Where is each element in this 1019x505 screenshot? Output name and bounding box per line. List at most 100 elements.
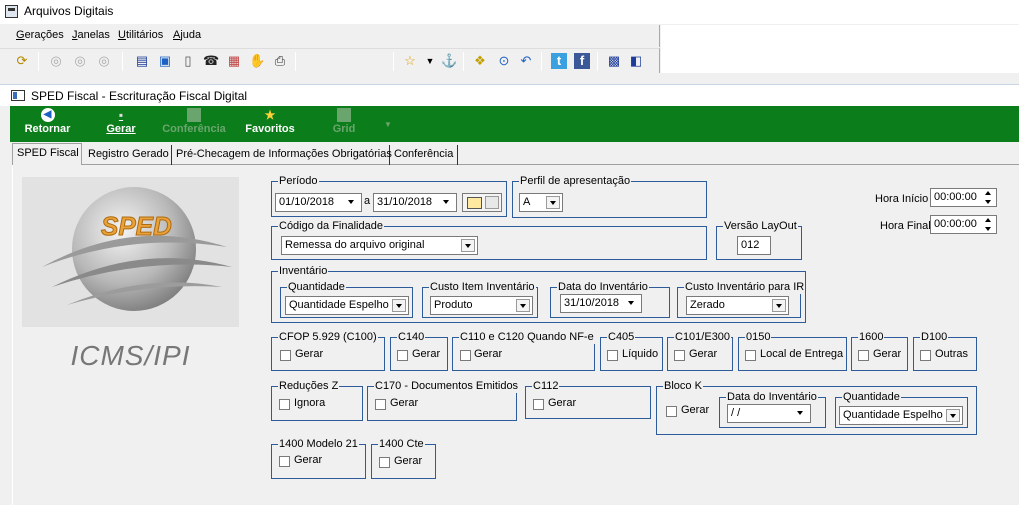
chevron-down-icon bbox=[485, 196, 499, 209]
gerar-button[interactable]: ▪ Gerar bbox=[102, 108, 140, 135]
grid-button[interactable]: Grid bbox=[328, 108, 360, 135]
c112-group: C112 Gerar bbox=[525, 379, 651, 419]
c112-gerar-label: Gerar bbox=[548, 397, 577, 409]
disc-icon[interactable]: ◎ bbox=[96, 53, 112, 69]
reg0150-legend: 0150 bbox=[745, 330, 772, 344]
calendar-icon bbox=[467, 197, 482, 209]
reducoes-z-ignora-checkbox[interactable] bbox=[279, 399, 290, 410]
d100-outras-label: Outras bbox=[935, 348, 969, 360]
menu-geracoes[interactable]: Gerações bbox=[16, 29, 64, 41]
child-window-title: SPED Fiscal - Escrituração Fiscal Digita… bbox=[31, 89, 248, 103]
d100-legend: D100 bbox=[920, 330, 949, 344]
cfop-group: CFOP 5.929 (C100) Gerar bbox=[271, 330, 385, 371]
c101-legend: C101/E300 bbox=[674, 330, 732, 344]
bloco-k-legend: Bloco K bbox=[663, 379, 703, 393]
tab-registro-gerado[interactable]: Registro Gerado bbox=[84, 145, 172, 165]
menu-ajuda[interactable]: Ajuda bbox=[173, 29, 201, 41]
menu-janelas[interactable]: Janelas bbox=[72, 29, 110, 41]
c170-gerar-checkbox[interactable] bbox=[375, 399, 386, 410]
sped-logo: SPED bbox=[22, 177, 239, 327]
calc-icon[interactable]: ▦ bbox=[226, 53, 242, 69]
window-icon[interactable]: ▣ bbox=[157, 53, 173, 69]
c405-liquido-checkbox[interactable] bbox=[607, 350, 618, 361]
bloco-k-quantidade-group: Quantidade Quantidade Espelho bbox=[835, 390, 968, 428]
versao-group: Versão LayOut 012 bbox=[716, 219, 802, 260]
reg0150-group: 0150 Local de Entrega bbox=[738, 330, 847, 371]
custo-item-select[interactable]: Produto bbox=[430, 296, 533, 315]
d100-outras-checkbox[interactable] bbox=[920, 350, 931, 361]
settings-icon[interactable]: ⊙ bbox=[496, 53, 512, 69]
info-icon[interactable]: ⚓ bbox=[441, 53, 457, 69]
disc-icon[interactable]: ◎ bbox=[72, 53, 88, 69]
retornar-button[interactable]: ◀ Retornar bbox=[20, 108, 75, 135]
calendar-icon[interactable]: ▤ bbox=[134, 53, 150, 69]
hora-final-field[interactable]: 00:00:00 bbox=[930, 215, 997, 234]
reducoes-z-legend: Reduções Z bbox=[278, 379, 340, 393]
conferencia-button[interactable]: Conferência bbox=[158, 108, 230, 135]
refresh-icon[interactable]: ⟳ bbox=[14, 53, 30, 69]
menu-utilitarios[interactable]: Utilitários bbox=[118, 29, 163, 41]
c405-legend: C405 bbox=[607, 330, 636, 344]
perfil-select[interactable]: A bbox=[519, 193, 563, 212]
c112-gerar-checkbox[interactable] bbox=[533, 399, 544, 410]
main-toolbar: ⟳ ◎ ◎ ◎ ▤ ▣ ▯ ☎ ▦ ✋ ⎙ ☆ ▼ ⚓ ❖ ⊙ ↶ t f ▩ … bbox=[0, 48, 660, 73]
hand-icon[interactable]: ✋ bbox=[249, 53, 265, 69]
reg1400-cte-checkbox[interactable] bbox=[379, 457, 390, 468]
tab-pre-checagem[interactable]: Pré-Checagem de Informações Obrigatórias bbox=[172, 145, 392, 165]
bloco-k-data-legend: Data do Inventário bbox=[726, 390, 818, 404]
quantidade-legend: Quantidade bbox=[287, 280, 346, 294]
periodo-group: Período 01/10/2018 a 31/10/2018 bbox=[271, 174, 507, 217]
finalidade-select[interactable]: Remessa do arquivo original bbox=[281, 236, 478, 255]
reg1600-gerar-checkbox[interactable] bbox=[858, 350, 869, 361]
favoritos-button[interactable]: ★ Favoritos bbox=[240, 108, 300, 135]
star-icon: ★ bbox=[264, 108, 276, 122]
reg0150-label: Local de Entrega bbox=[760, 348, 844, 360]
inventario-quantidade-select[interactable]: Quantidade Espelho bbox=[285, 296, 409, 315]
grid-icon bbox=[337, 108, 351, 122]
periodo-start-field[interactable]: 01/10/2018 bbox=[275, 193, 362, 212]
bloco-k-data-field[interactable]: / / bbox=[727, 404, 811, 423]
twitter-icon[interactable]: t bbox=[551, 53, 567, 69]
cfop-gerar-checkbox[interactable] bbox=[280, 350, 291, 361]
arrow-icon[interactable]: ↶ bbox=[518, 53, 534, 69]
document-icon[interactable]: ▯ bbox=[180, 53, 196, 69]
inventario-quantidade-group: Quantidade Quantidade Espelho bbox=[280, 280, 413, 318]
grid-dropdown-icon[interactable]: ▼ bbox=[384, 120, 392, 129]
app-title: Arquivos Digitais bbox=[24, 4, 114, 18]
period-picker-button[interactable] bbox=[462, 193, 502, 212]
dropdown-icon[interactable]: ▼ bbox=[422, 53, 438, 69]
action-toolbar: ◀ Retornar ▪ Gerar Conferência ★ Favorit… bbox=[10, 106, 1019, 142]
star-icon[interactable]: ☆ bbox=[402, 53, 418, 69]
save-icon: ▪ bbox=[118, 108, 124, 122]
monitor-icon[interactable]: ▩ bbox=[606, 53, 622, 69]
disc-icon[interactable]: ◎ bbox=[48, 53, 64, 69]
c101-gerar-checkbox[interactable] bbox=[674, 350, 685, 361]
custo-ir-select[interactable]: Zerado bbox=[686, 296, 789, 315]
menu-bar: Gerações Janelas Utilitários Ajuda bbox=[0, 25, 660, 47]
facebook-icon[interactable]: f bbox=[574, 53, 590, 69]
printer-icon[interactable]: ⎙ bbox=[272, 53, 288, 69]
reg0150-checkbox[interactable] bbox=[745, 350, 756, 361]
bloco-k-gerar-checkbox[interactable] bbox=[666, 406, 677, 417]
c101-gerar-label: Gerar bbox=[689, 348, 718, 360]
c140-gerar-checkbox[interactable] bbox=[397, 350, 408, 361]
bloco-k-quantidade-select[interactable]: Quantidade Espelho bbox=[839, 406, 963, 425]
periodo-end-field[interactable]: 31/10/2018 bbox=[373, 193, 457, 212]
spinner-icon[interactable] bbox=[982, 216, 995, 233]
versao-field[interactable]: 012 bbox=[737, 236, 771, 255]
reg1400-modelo21-label: Gerar bbox=[294, 454, 323, 466]
folders-icon[interactable]: ❖ bbox=[472, 53, 488, 69]
exit-icon[interactable]: ◧ bbox=[628, 53, 644, 69]
inventario-group: Inventário Quantidade Quantidade Espelho… bbox=[271, 264, 806, 323]
reducoes-z-ignora-label: Ignora bbox=[294, 397, 326, 409]
perfil-legend: Perfil de apresentação bbox=[519, 174, 632, 188]
phone-icon[interactable]: ☎ bbox=[203, 53, 219, 69]
reg1400-modelo21-checkbox[interactable] bbox=[279, 456, 290, 467]
spinner-icon[interactable] bbox=[982, 189, 995, 206]
tab-sped-fiscal[interactable]: SPED Fiscal bbox=[12, 143, 82, 165]
back-arrow-icon: ◀ bbox=[40, 108, 55, 122]
data-inventario-field[interactable]: 31/10/2018 bbox=[560, 294, 642, 313]
hora-inicio-field[interactable]: 00:00:00 bbox=[930, 188, 997, 207]
c110-gerar-checkbox[interactable] bbox=[460, 350, 471, 361]
tab-conferencia[interactable]: Conferência bbox=[390, 145, 458, 165]
